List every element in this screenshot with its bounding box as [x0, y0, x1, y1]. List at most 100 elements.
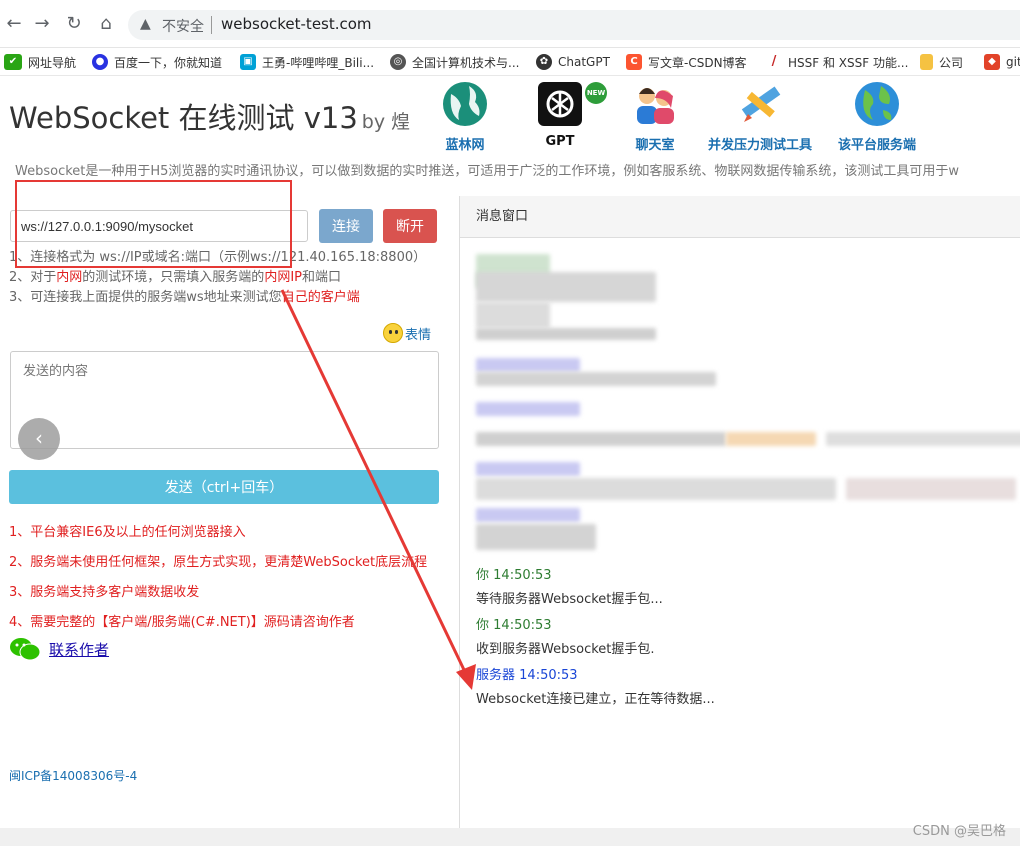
message-header: 服务器 14:50:53 [476, 664, 715, 683]
forward-arrow-icon[interactable]: → [30, 12, 54, 36]
chat-users-icon [637, 88, 674, 124]
message-header: 你 14:50:53 [476, 614, 655, 633]
pencil-ruler-icon [741, 86, 781, 122]
bookmark-label: git [1006, 55, 1020, 69]
browser-toolbar: ← → ↻ ⌂ ▲ 不安全 websocket-test.com [0, 0, 1020, 48]
back-arrow-icon[interactable]: ← [2, 12, 26, 36]
message-text: 等待服务器Websocket握手包... [476, 592, 663, 607]
bookmark-item[interactable]: ✔ 网址导航 [4, 52, 76, 72]
hint-text: 2、对于 [9, 270, 57, 285]
hint-text: 和端口 [302, 270, 342, 285]
emoji-label: 表情 [405, 327, 432, 343]
hint-highlight: 自己的客户端 [281, 290, 360, 305]
bookmark-label: ChatGPT [558, 55, 610, 69]
icp-link[interactable]: 闽ICP备14008306号-4 [9, 767, 137, 784]
message-time: 14:50:53 [493, 568, 552, 583]
bookmark-label: 百度一下，你就知道 [114, 55, 223, 70]
hint-line: 2、对于内网的测试环境，只需填入服务端的内网IP和端口 [9, 268, 426, 288]
bookmark-item[interactable]: 公司 [920, 52, 963, 72]
hint-text: 3、可连接我上面提供的服务端ws地址来测试您 [9, 290, 282, 305]
gitlab-icon: ◆ [984, 54, 1000, 70]
hao-icon: ✔ [4, 54, 22, 70]
watermark: CSDN @吴巴格 [912, 824, 1006, 839]
hint-line: 3、可连接我上面提供的服务端ws地址来测试您自己的客户端 [9, 288, 426, 308]
contact-author[interactable]: 联系作者 [9, 637, 109, 661]
server-globe-icon [855, 82, 899, 126]
csdn-icon: C [626, 54, 642, 70]
send-button[interactable]: 发送（ctrl+回车） [9, 470, 439, 504]
chatgpt-logo-icon [538, 82, 582, 126]
message-panel: 消息窗口 你 14:50:53 等待服务器Websocket握手包... 你 1… [459, 196, 1020, 828]
message-panel-title: 消息窗口 [460, 196, 1020, 238]
security-label[interactable]: 不安全 [162, 16, 204, 36]
bookmark-label: 全国计算机技术与... [412, 55, 520, 70]
message-sender: 你 [476, 568, 490, 583]
globe-icon [443, 82, 487, 126]
header-nav-item[interactable]: 蓝林网 [410, 80, 520, 153]
bookmark-item[interactable]: / HSSF 和 XSSF 功能... [766, 52, 909, 72]
bookmark-item[interactable]: ✿ ChatGPT [536, 52, 610, 72]
disconnect-button[interactable]: 断开 [383, 209, 437, 243]
nav-label: 并发压力测试工具 [707, 138, 812, 153]
message-text: Websocket连接已建立，正在等待数据... [476, 692, 715, 707]
hint-text: 的测试环境，只需填入服务端的 [82, 270, 265, 285]
nav-label: 蓝林网 [445, 138, 485, 153]
intro-text: Websocket是一种用于H5浏览器的实时通讯协议，可以做到数据的实时推送，可… [15, 164, 960, 179]
feather-icon: / [771, 54, 777, 69]
bookmark-item[interactable]: ▣ 王勇-哔哩哔哩_Bili... [240, 52, 374, 72]
chatgpt-icon: ✿ [536, 54, 552, 70]
header-nav-item[interactable]: 聊天室 [600, 80, 710, 153]
feature-list: 1、平台兼容IE6及以上的任何浏览器接入 2、服务端未使用任何框架，原生方式实现… [9, 518, 427, 638]
header-nav-item[interactable]: 并发压力测试工具 [705, 80, 815, 153]
header-nav-item[interactable]: GPT NEW [505, 80, 615, 149]
annotation-box [15, 180, 292, 268]
address-bar[interactable]: ▲ 不安全 websocket-test.com [128, 10, 1020, 40]
emoji-button[interactable]: 表情 [383, 323, 431, 343]
url-text[interactable]: websocket-test.com [221, 15, 372, 33]
nav-label: 聊天室 [635, 138, 675, 153]
reload-icon[interactable]: ↻ [62, 12, 86, 36]
message-item: 你 14:50:53 收到服务器Websocket握手包. [476, 614, 655, 657]
bookmark-item[interactable]: ● 百度一下，你就知道 [92, 52, 222, 72]
warning-triangle-icon[interactable]: ▲ [140, 16, 151, 32]
message-header: 你 14:50:53 [476, 564, 663, 583]
address-divider [211, 16, 212, 34]
feature-item: 1、平台兼容IE6及以上的任何浏览器接入 [9, 525, 246, 540]
globe-icon: ◎ [390, 54, 406, 70]
contact-author-link[interactable]: 联系作者 [49, 639, 109, 660]
wechat-icon [10, 638, 41, 661]
bookmark-label: 网址导航 [28, 55, 77, 70]
nav-label: 该平台服务端 [837, 138, 916, 153]
bookmark-label: HSSF 和 XSSF 功能... [788, 55, 909, 70]
bookmark-label: 王勇-哔哩哔哩_Bili... [262, 55, 375, 70]
message-time: 14:50:53 [519, 668, 578, 683]
message-item: 服务器 14:50:53 Websocket连接已建立，正在等待数据... [476, 664, 715, 707]
page-author: by 煌 [361, 111, 411, 133]
page-title-text: WebSocket 在线测试 v13 [9, 101, 358, 135]
bookmark-item[interactable]: C 写文章-CSDN博客 [626, 52, 747, 72]
bookmarks-bar: ✔ 网址导航 ● 百度一下，你就知道 ▣ 王勇-哔哩哔哩_Bili... ◎ 全… [0, 48, 1020, 76]
baidu-paw-icon: ● [92, 54, 108, 70]
folder-icon [920, 54, 933, 70]
bookmark-label: 写文章-CSDN博客 [648, 55, 747, 70]
connect-button[interactable]: 连接 [319, 209, 373, 243]
message-text: 收到服务器Websocket握手包. [476, 642, 655, 657]
hint-highlight: 内网IP [264, 270, 302, 285]
page-footer-bar [0, 828, 1020, 846]
message-time: 14:50:53 [493, 618, 552, 633]
feature-item: 4、需要完整的【客户端/服务端(C#.NET)】源码请咨询作者 [9, 615, 355, 630]
smiley-icon [383, 323, 403, 343]
bookmark-item[interactable]: ◆ git [984, 52, 1020, 72]
message-sender: 你 [476, 618, 490, 633]
message-sender: 服务器 [476, 668, 516, 683]
chevron-left-icon[interactable]: ‹ [18, 418, 60, 460]
bookmark-label: 公司 [939, 55, 964, 70]
bookmark-item[interactable]: ◎ 全国计算机技术与... [390, 52, 519, 72]
message-textarea[interactable] [10, 351, 439, 449]
bilibili-icon: ▣ [240, 54, 256, 70]
nav-label: GPT [545, 134, 575, 149]
page-title: WebSocket 在线测试 v13 by 煌 [9, 95, 410, 137]
feature-item: 3、服务端支持多客户端数据收发 [9, 585, 200, 600]
home-icon[interactable]: ⌂ [94, 12, 118, 36]
header-nav-item[interactable]: 该平台服务端 [822, 80, 932, 153]
